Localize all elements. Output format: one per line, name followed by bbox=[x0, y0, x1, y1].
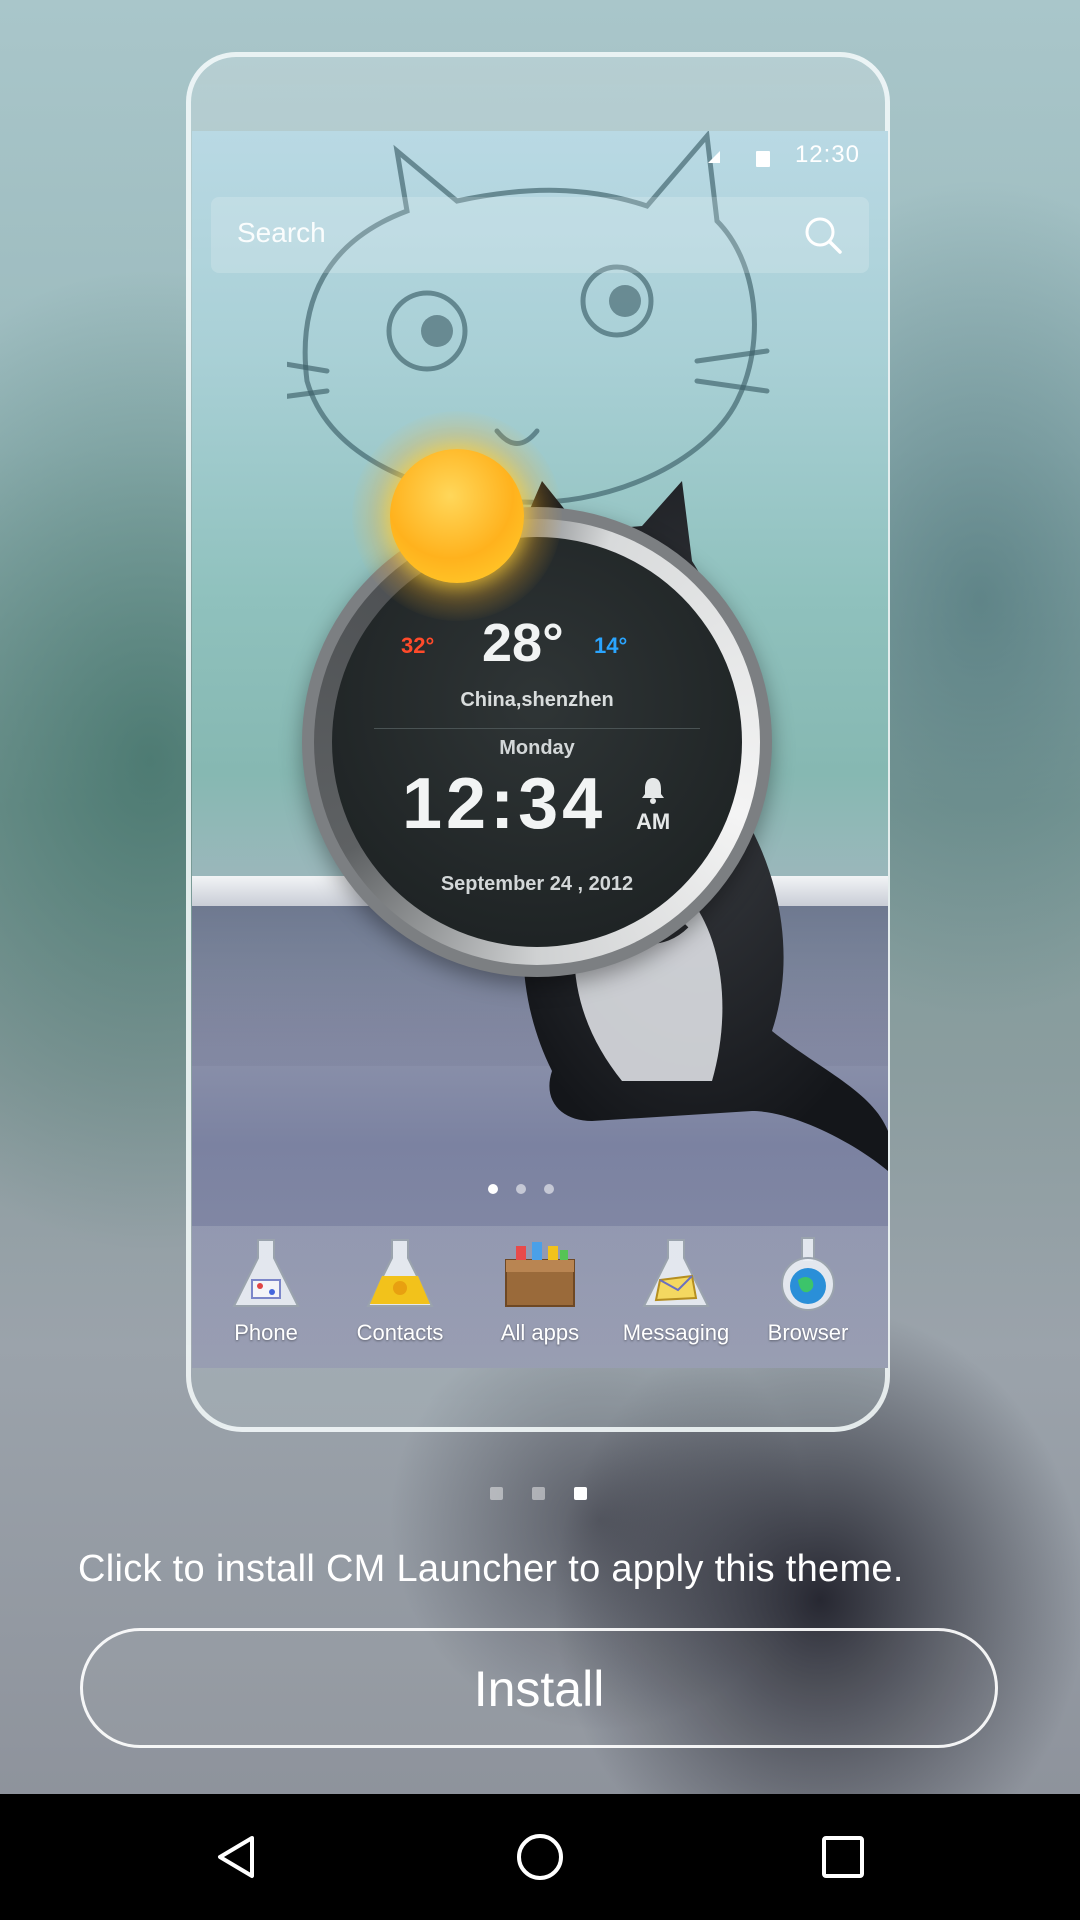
widget-ampm: AM bbox=[636, 809, 671, 834]
back-icon[interactable] bbox=[212, 1832, 262, 1882]
weather-location: China,shenzhen bbox=[460, 689, 614, 711]
phone-flask-icon bbox=[232, 1239, 300, 1307]
weekday-label: Monday bbox=[499, 737, 575, 759]
home-page-dot bbox=[516, 1184, 526, 1194]
dock-app-label: All apps bbox=[500, 1320, 580, 1345]
alarm-bell-icon bbox=[642, 778, 664, 804]
app-dock: Phone Contacts All apps Messaging Browse… bbox=[192, 1226, 888, 1368]
battery-icon bbox=[756, 151, 770, 167]
home-page-indicator bbox=[488, 1181, 572, 1199]
sun-core bbox=[390, 449, 524, 583]
status-bar: 12:30 bbox=[192, 131, 888, 179]
search-icon[interactable] bbox=[803, 215, 843, 255]
system-navigation-bar bbox=[0, 1794, 1080, 1920]
status-clock: 12:30 bbox=[794, 141, 860, 168]
temperature-current: 28° bbox=[482, 613, 564, 673]
browser-flask-icon bbox=[781, 1237, 835, 1311]
dock-app-label: Phone bbox=[234, 1320, 298, 1345]
dock-app-label: Contacts bbox=[356, 1320, 444, 1345]
install-message: Click to install CM Launcher to apply th… bbox=[78, 1548, 904, 1590]
dock-app-contacts[interactable]: Contacts bbox=[330, 1236, 470, 1346]
widget-clock-time: 12:34 bbox=[402, 764, 607, 844]
search-placeholder: Search bbox=[237, 217, 326, 248]
pager-dot-active[interactable] bbox=[574, 1487, 587, 1500]
dock-app-label: Messaging bbox=[622, 1320, 730, 1345]
theme-preview-screen: 12:30 Search 32° 28° 14° China,shenzhen … bbox=[192, 131, 888, 1368]
messaging-flask-icon bbox=[642, 1239, 710, 1307]
pager-dot[interactable] bbox=[490, 1487, 503, 1500]
signal-icon bbox=[708, 151, 720, 163]
temperature-low: 32° bbox=[401, 633, 435, 658]
dock-app-phone[interactable]: Phone bbox=[196, 1236, 336, 1346]
search-bar[interactable]: Search bbox=[211, 197, 869, 273]
dock-app-label: Browser bbox=[767, 1320, 849, 1345]
sun-weather-icon bbox=[352, 411, 562, 621]
pager-dot[interactable] bbox=[532, 1487, 545, 1500]
widget-divider bbox=[374, 728, 700, 729]
dock-app-browser[interactable]: Browser bbox=[738, 1236, 878, 1346]
theme-preview-pager bbox=[490, 1487, 616, 1505]
dock-app-all-apps[interactable]: All apps bbox=[470, 1236, 610, 1346]
contacts-flask-icon bbox=[366, 1239, 434, 1307]
home-icon[interactable] bbox=[515, 1832, 565, 1882]
recents-icon[interactable] bbox=[818, 1832, 868, 1882]
home-page-dot bbox=[544, 1184, 554, 1194]
widget-date: September 24 , 2012 bbox=[440, 873, 634, 895]
temperature-high: 14° bbox=[594, 633, 628, 658]
all-apps-box-icon bbox=[505, 1242, 575, 1307]
install-button[interactable]: Install bbox=[80, 1628, 998, 1748]
home-page-dot bbox=[488, 1184, 498, 1194]
dock-app-messaging[interactable]: Messaging bbox=[606, 1236, 746, 1346]
